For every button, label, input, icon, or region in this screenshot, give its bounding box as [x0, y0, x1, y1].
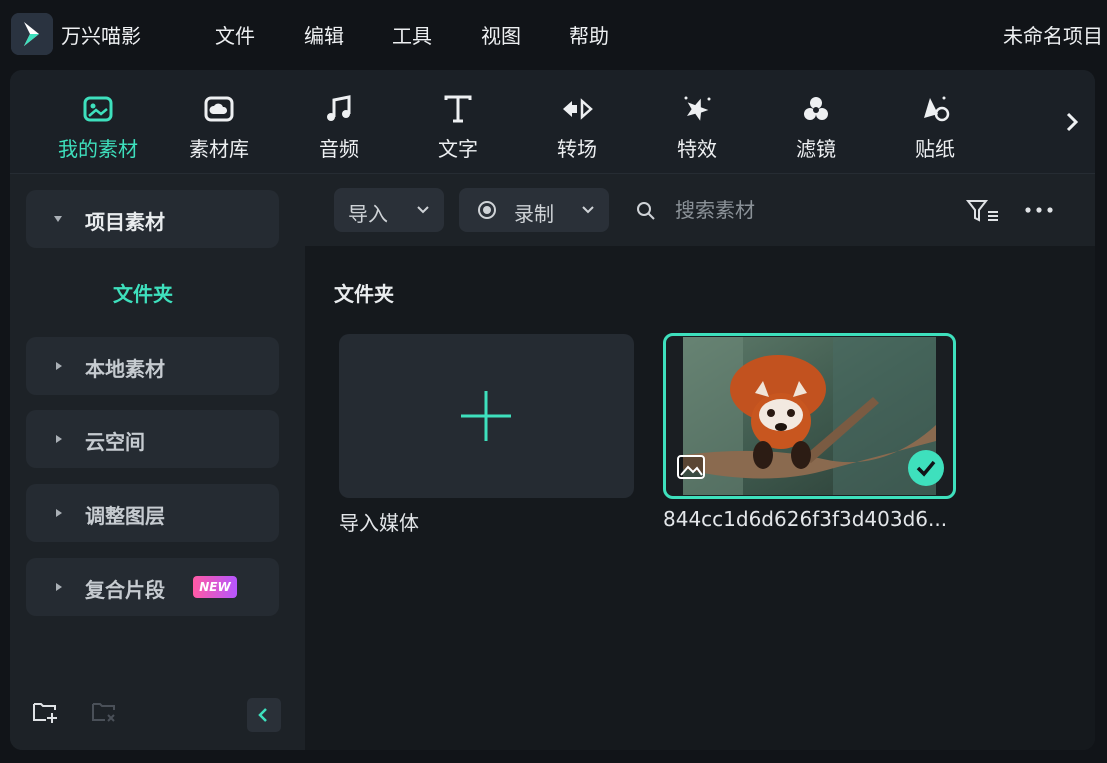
caret-down-icon [54, 216, 62, 222]
collapse-sidebar-button[interactable] [247, 698, 281, 732]
menu-view[interactable]: 视图 [481, 20, 521, 49]
filter-circles-icon [804, 97, 828, 120]
record-icon [478, 201, 496, 219]
media-item-filename: 844cc1d6d626f3f3d403d6... [663, 507, 948, 531]
import-dropdown[interactable]: 导入 [334, 188, 444, 232]
sidebar-item-label: 本地素材 [85, 357, 165, 381]
media-thumbnail [683, 337, 936, 495]
import-label: 导入 [348, 202, 388, 226]
section-title: 文件夹 [334, 282, 394, 306]
content-toolbar: 导入 录制 [305, 174, 1095, 246]
my-media-icon [83, 96, 113, 122]
effects-star-icon [684, 96, 711, 121]
caret-right-icon [56, 362, 62, 370]
tab-text[interactable]: 文字 [403, 70, 513, 174]
tab-transition[interactable]: 转场 [522, 70, 632, 174]
tab-text-label: 文字 [438, 137, 478, 161]
selected-check-icon [908, 450, 944, 486]
media-sidebar: 项目素材 文件夹 本地素材 云空间 调整图层 复合片段 NEW [10, 174, 305, 750]
menu-help[interactable]: 帮助 [569, 20, 609, 49]
tab-filters[interactable]: 滤镜 [761, 70, 871, 174]
delete-folder-icon[interactable] [89, 696, 119, 726]
media-panel: 我的素材 素材库 音频 文字 转场 特效 滤镜 贴纸 项目素材 文件夹 本地素材… [10, 70, 1095, 750]
sidebar-item-compound-clip[interactable]: 复合片段 NEW [26, 558, 279, 616]
transition-icon [563, 98, 593, 120]
text-icon [444, 95, 472, 123]
chevron-down-icon [417, 206, 429, 214]
menu-edit[interactable]: 编辑 [304, 20, 344, 49]
record-label: 录制 [514, 202, 554, 226]
filter-list-icon[interactable] [965, 196, 1001, 226]
tab-my-media[interactable]: 我的素材 [43, 70, 153, 174]
caret-right-icon [56, 509, 62, 517]
plus-icon [461, 391, 511, 441]
import-media-card[interactable] [339, 334, 634, 498]
sidebar-item-label: 调整图层 [85, 504, 165, 528]
tab-transition-label: 转场 [557, 137, 597, 161]
search-icon [637, 202, 655, 220]
stock-library-icon [204, 96, 234, 122]
sidebar-item-label: 复合片段 [85, 578, 165, 602]
sidebar-item-label: 云空间 [85, 430, 145, 454]
sidebar-item-adjustment-layer[interactable]: 调整图层 [26, 484, 279, 542]
new-folder-icon[interactable] [30, 696, 60, 726]
tab-effects-label: 特效 [677, 137, 717, 161]
import-media-label: 导入媒体 [339, 511, 419, 535]
chevron-right-icon[interactable] [1062, 106, 1082, 138]
tab-audio[interactable]: 音频 [284, 70, 394, 174]
tab-stickers[interactable]: 贴纸 [880, 70, 990, 174]
app-name: 万兴喵影 [61, 24, 141, 48]
media-item-card[interactable] [663, 333, 956, 499]
caret-right-icon [56, 583, 62, 591]
new-badge: NEW [193, 576, 237, 598]
record-dropdown[interactable]: 录制 [459, 188, 609, 232]
sidebar-item-label: 项目素材 [85, 210, 165, 234]
chevron-left-icon [258, 708, 267, 722]
tab-stock-library[interactable]: 素材库 [164, 70, 274, 174]
media-toolbar: 我的素材 素材库 音频 文字 转场 特效 滤镜 贴纸 [10, 70, 1095, 174]
app-logo-icon [11, 13, 53, 55]
title-bar: 万兴喵影 文件 编辑 工具 视图 帮助 未命名项目 [0, 0, 1107, 70]
tab-audio-label: 音频 [319, 137, 359, 161]
project-title[interactable]: 未命名项目 [1003, 20, 1103, 49]
menu-tools[interactable]: 工具 [392, 20, 432, 49]
search-input[interactable] [675, 192, 935, 228]
chevron-down-icon [582, 206, 594, 214]
caret-right-icon [56, 435, 62, 443]
sticker-icon [924, 96, 950, 122]
tab-stock-library-label: 素材库 [189, 137, 249, 161]
sidebar-item-project-media[interactable]: 项目素材 [26, 190, 279, 248]
tab-stickers-label: 贴纸 [915, 137, 955, 161]
sidebar-item-cloud-space[interactable]: 云空间 [26, 410, 279, 468]
image-type-icon [677, 455, 705, 479]
media-content: 导入 录制 搜索素材 文件夹 导入媒体 844cc1d6d626f3f3d403… [305, 174, 1095, 750]
more-options-icon[interactable] [1023, 204, 1055, 216]
menu-file[interactable]: 文件 [215, 20, 255, 49]
sidebar-item-local-media[interactable]: 本地素材 [26, 337, 279, 395]
tab-filters-label: 滤镜 [796, 137, 836, 161]
tab-my-media-label: 我的素材 [58, 137, 138, 161]
tab-effects[interactable]: 特效 [642, 70, 752, 174]
sidebar-folder-selected[interactable]: 文件夹 [113, 278, 173, 307]
music-note-icon [327, 95, 351, 121]
